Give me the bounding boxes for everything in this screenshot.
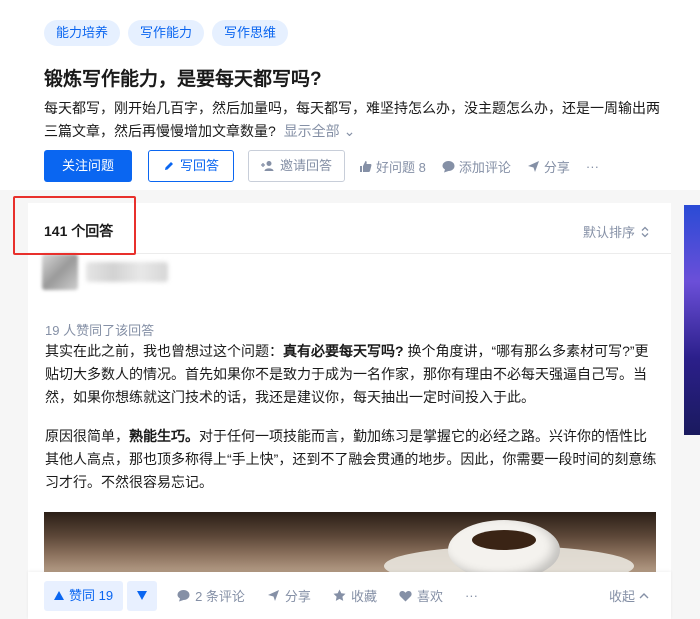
answer-paragraph: 其实在此之前，我也曾想过这个问题：真有必要每天写吗? 换个角度讲，“哪有那么多素… [45,340,657,409]
chevron-down-icon: ⌄ [343,123,356,139]
downvote-button[interactable] [127,580,158,611]
show-all-button[interactable]: 显示全部 ⌄ [284,123,356,139]
answer-paragraph: 原因很简单，熟能生巧。对于任何一项技能而言，勤加练习是掌握它的必经之路。兴许你的… [45,425,657,494]
topic-tag[interactable]: 写作能力 [128,20,205,46]
share-icon [527,160,540,173]
comment-icon [177,589,190,602]
good-question-label: 好问题 8 [376,159,426,175]
pencil-icon [163,160,175,172]
upvote-label: 赞同 19 [69,587,114,603]
answer-content: 其实在此之前，我也曾想过这个问题：真有必要每天写吗? 换个角度讲，“哪有那么多素… [45,340,657,510]
comment-icon [442,160,455,173]
topic-tags: 能力培养 写作能力 写作思维 [44,20,289,46]
show-all-label: 显示全部 [283,123,340,139]
text-span: 其实在此之前，我也曾想过这个问题： [45,343,283,359]
invite-answer-button[interactable]: 邀请回答 [248,150,346,182]
share-label: 分享 [543,159,570,175]
good-question-button[interactable]: 好问题 8 [359,157,426,176]
favorite-label: 收藏 [350,589,377,604]
triangle-up-icon [54,591,64,600]
sort-toggle-icon [641,226,649,238]
write-answer-button[interactable]: 写回答 [148,150,235,182]
share-label: 分享 [284,589,311,604]
thumbs-up-icon [359,160,372,173]
triangle-down-icon [137,591,148,600]
star-icon [333,589,346,602]
answers-card: 141 个回答 默认排序 19 人赞同了该回答 其实在此之前，我也曾想过这个问题… [28,203,671,619]
favorite-button[interactable]: 收藏 [333,586,377,605]
coffee-photo [44,512,656,572]
share-icon [267,589,280,602]
question-title[interactable]: 锻炼写作能力，是要每天都写吗? [44,64,322,91]
collapse-button[interactable]: 收起 [609,572,649,619]
topic-tag[interactable]: 能力培养 [44,20,121,46]
comments-button[interactable]: 2 条评论 [177,586,245,605]
add-comment-button[interactable]: 添加评论 [442,157,511,176]
add-user-icon [261,160,275,172]
write-answer-label: 写回答 [180,158,220,173]
author-name-blurred[interactable] [86,262,168,282]
bold-text: 真有必要每天写吗? [283,343,404,359]
sort-selector[interactable]: 默认排序 [583,222,649,241]
question-detail-line2: 三篇文章，然后再慢慢增加文章数量? [44,123,276,139]
sort-label: 默认排序 [582,225,635,240]
author-info [42,254,172,296]
more-options-button[interactable]: ··· [465,588,478,603]
collapse-label: 收起 [608,589,635,604]
text-span: 原因很简单， [45,428,129,444]
chevron-up-icon [639,592,649,599]
follow-question-button[interactable]: 关注问题 [44,150,132,182]
question-detail-line1: 每天都写，刚开始几百字，然后加量吗，每天都写，难坚持怎么办，没主题怎么办，还是一… [44,100,660,116]
like-button[interactable]: 喜欢 [399,586,443,605]
question-detail: 每天都写，刚开始几百字，然后加量吗，每天都写，难坚持怎么办，没主题怎么办，还是一… [44,97,664,143]
heart-icon [399,590,412,602]
upvote-button[interactable]: 赞同 19 [44,580,124,611]
topic-tag[interactable]: 写作思维 [212,20,289,46]
more-options-button[interactable]: ··· [586,159,599,174]
coffee-shape [472,530,536,550]
upvote-info: 19 人赞同了该回答 [45,323,155,338]
answer-action-bar: 赞同 19 2 条评论 分享 收藏 喜欢 ··· 收起 [28,572,671,619]
comments-label: 2 条评论 [195,589,245,604]
like-label: 喜欢 [416,589,443,604]
avatar[interactable] [42,254,78,290]
highlight-annotation-box [13,196,136,255]
sidebar-banner-image[interactable] [684,205,700,435]
share-button[interactable]: 分享 [527,157,570,176]
bold-text: 熟能生巧。 [129,428,199,444]
question-actions: 关注问题 写回答 邀请回答 好问题 8 添加评论 分享 ··· [44,150,615,182]
share-answer-button[interactable]: 分享 [267,586,311,605]
add-comment-label: 添加评论 [458,159,511,175]
invite-answer-label: 邀请回答 [280,158,333,173]
question-header: 能力培养 写作能力 写作思维 锻炼写作能力，是要每天都写吗? 每天都写，刚开始几… [0,0,700,190]
